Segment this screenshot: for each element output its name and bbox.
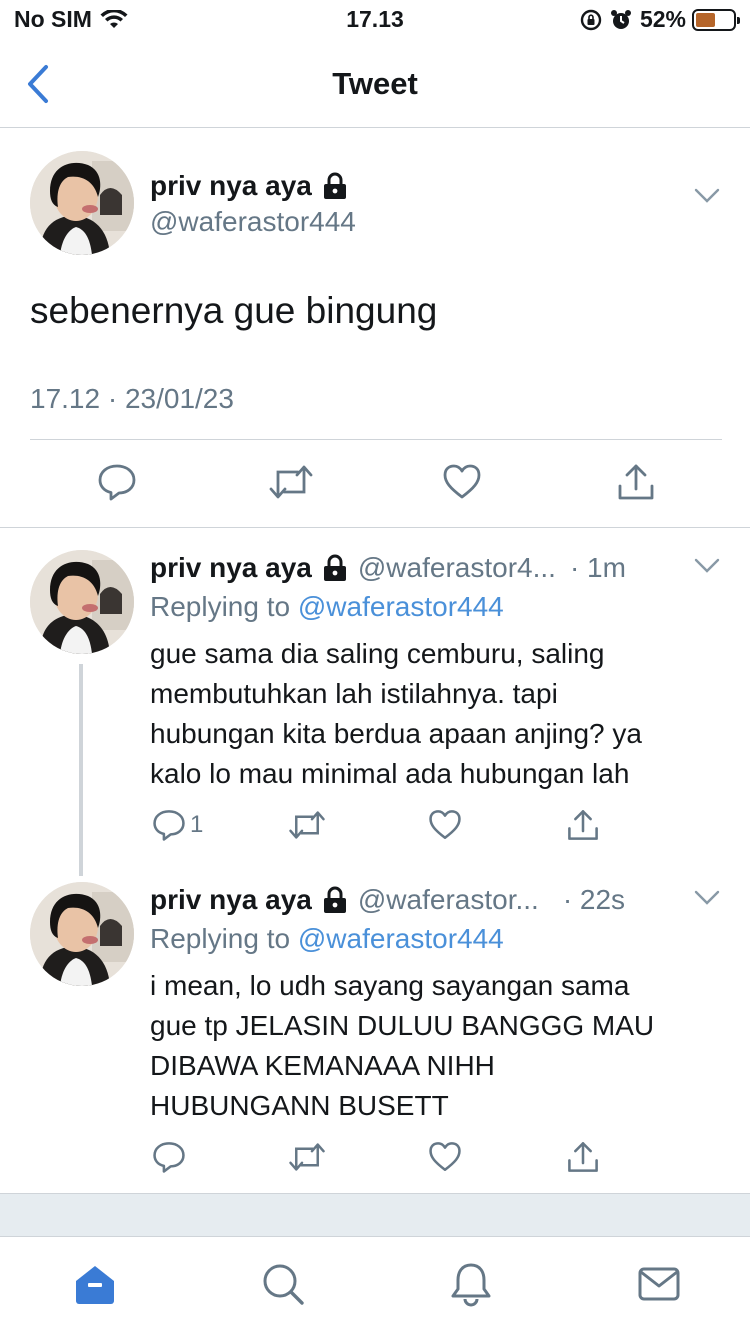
battery-percent: 52% [639, 6, 686, 32]
reply-count: 1 [190, 811, 204, 838]
tab-home[interactable] [72, 1261, 118, 1312]
tab-messages[interactable] [636, 1261, 682, 1312]
avatar[interactable] [30, 882, 134, 986]
reply-button[interactable]: 1 [152, 808, 203, 842]
tab-search[interactable] [260, 1261, 306, 1312]
lock-icon [322, 172, 348, 200]
chevron-down-icon [694, 188, 720, 203]
feed-end-separator [0, 1193, 750, 1236]
tweet-text: sebenernya gue bingung [30, 290, 438, 331]
like-button[interactable] [428, 808, 462, 842]
main-tweet: priv nya aya @waferastor444 sebenernya g… [0, 128, 750, 528]
mention-link[interactable]: @waferastor444 [298, 923, 504, 954]
heart-icon [429, 1142, 461, 1172]
retweet-button[interactable] [288, 808, 326, 842]
retweet-button[interactable] [288, 1140, 326, 1174]
share-icon [568, 810, 598, 840]
retweet-icon [289, 1143, 325, 1171]
nav-header: Tweet [0, 40, 750, 128]
reply-text-line: gue sama dia saling cemburu, saling [150, 638, 605, 669]
reply-time: · 1m [569, 552, 626, 583]
author-name[interactable]: priv nya aya [150, 884, 312, 916]
author-handle[interactable]: @waferastor444 [150, 206, 356, 238]
reply-text-line: membutuhkan lah istilahnya. tapi [150, 678, 558, 709]
reply-header: priv nya aya @waferastor4... · 1m [150, 552, 626, 584]
author-name-text: priv nya aya [150, 170, 312, 201]
reply-icon [98, 464, 136, 501]
share-button[interactable] [566, 808, 600, 842]
share-icon [618, 464, 654, 500]
replying-to: Replying to @waferastor444 [150, 923, 504, 955]
tweet-actions [0, 462, 750, 506]
avatar[interactable] [30, 151, 134, 255]
heart-icon [443, 464, 481, 499]
reply-text-line: kalo lo mau minimal ada hubungan lah [150, 758, 630, 789]
reply-button[interactable] [97, 462, 137, 507]
battery-level [696, 12, 715, 27]
author-name[interactable]: priv nya aya [150, 170, 348, 202]
reply-text-line: gue tp JELASIN DULUU BANGGG MAU [150, 1010, 655, 1041]
replying-to-label: Replying to [150, 591, 291, 622]
more-options-button[interactable] [694, 890, 720, 911]
author-name[interactable]: priv nya aya [150, 552, 312, 584]
battery-icon [692, 8, 740, 31]
alarm-icon [610, 9, 632, 31]
avatar[interactable] [30, 550, 134, 654]
more-options-button[interactable] [694, 558, 720, 579]
reply-button[interactable] [152, 1140, 190, 1174]
tweet-timestamp: 17.12 · 23/01/23 [30, 383, 234, 414]
home-icon [76, 1266, 114, 1304]
reply-text: gue sama dia saling cemburu, saling memb… [150, 634, 720, 794]
reply-text-line: HUBUNGANN BUSETT [150, 1090, 449, 1121]
reply-text: i mean, lo udh sayang sayangan sama gue … [150, 966, 720, 1126]
author-handle[interactable]: @waferastor... [358, 884, 539, 916]
status-bar: No SIM 17.13 52% [0, 0, 750, 40]
messages-icon [638, 1267, 680, 1301]
share-icon [568, 1142, 598, 1172]
reply-tweet[interactable]: priv nya aya @waferastor... · 22s Replyi… [0, 862, 750, 1192]
chevron-down-icon [694, 558, 720, 573]
search-icon [263, 1264, 304, 1305]
reply-text-line: DIBAWA KEMANAAA NIHH [150, 1050, 495, 1081]
chevron-down-icon [694, 890, 720, 905]
reply-icon [153, 1142, 185, 1173]
reply-icon [153, 810, 185, 841]
share-button[interactable] [566, 1140, 600, 1174]
page-title: Tweet [332, 66, 418, 101]
more-options-button[interactable] [694, 188, 720, 209]
author-handle[interactable]: @waferastor4... [358, 552, 556, 584]
like-button[interactable] [442, 462, 482, 507]
replying-to-label: Replying to [150, 923, 291, 954]
reply-actions: 1 [0, 808, 750, 844]
thread-line [79, 664, 83, 876]
tab-notifications[interactable] [448, 1261, 494, 1312]
reply-text-line: hubungan kita berdua apaan anjing? ya [150, 718, 642, 749]
lock-icon [322, 886, 348, 914]
status-right: 52% [580, 6, 740, 33]
retweet-icon [289, 811, 325, 839]
reply-header: priv nya aya @waferastor... · 22s [150, 884, 625, 916]
retweet-icon [269, 465, 313, 499]
tab-bar [0, 1236, 750, 1334]
reply-tweet[interactable]: priv nya aya @waferastor4... · 1m Replyi… [0, 530, 750, 876]
heart-icon [429, 810, 461, 840]
reply-actions [0, 1140, 750, 1176]
reply-time: · 22s [562, 884, 626, 915]
replying-to: Replying to @waferastor444 [150, 591, 504, 623]
reply-text-line: i mean, lo udh sayang sayangan sama [150, 970, 630, 1001]
orientation-lock-icon [580, 9, 602, 31]
like-button[interactable] [428, 1140, 462, 1174]
retweet-button[interactable] [268, 462, 314, 507]
share-button[interactable] [616, 462, 656, 507]
divider [30, 439, 722, 440]
notifications-icon [451, 1263, 491, 1307]
lock-icon [322, 554, 348, 582]
mention-link[interactable]: @waferastor444 [298, 591, 504, 622]
